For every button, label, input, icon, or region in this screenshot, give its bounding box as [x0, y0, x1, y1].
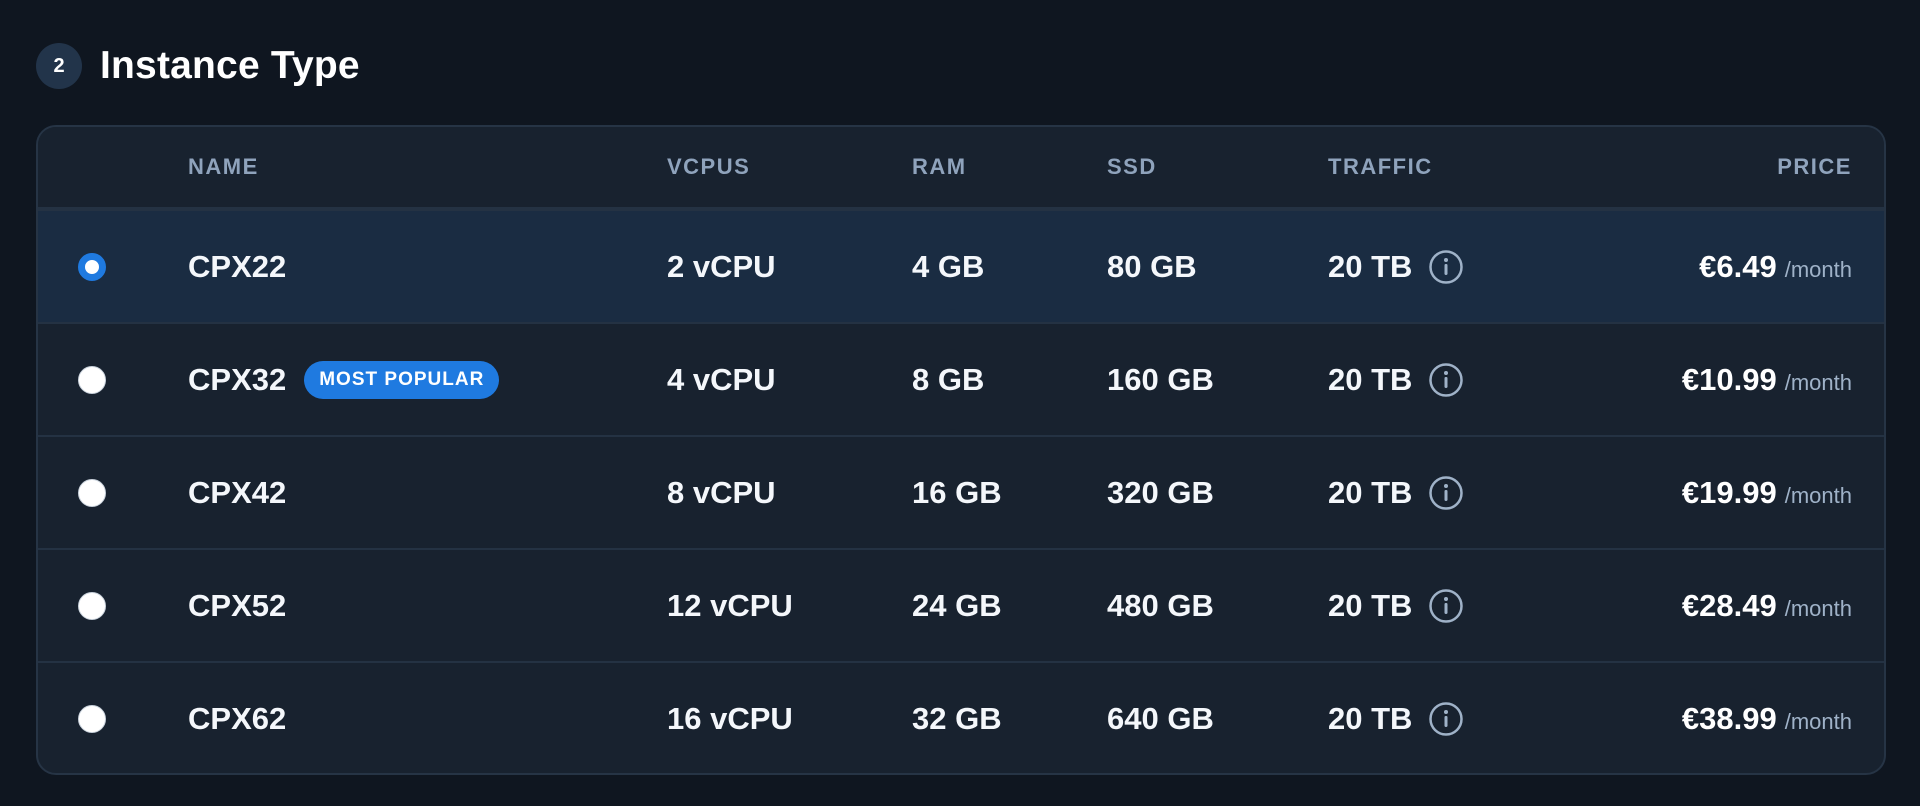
vcpu-cell: 2 vCPU	[667, 248, 776, 284]
column-header-ram: RAM	[912, 154, 967, 179]
price-amount: €28.49	[1681, 587, 1777, 623]
radio-cell	[72, 437, 112, 548]
column-header-price: PRICE	[1777, 154, 1852, 179]
column-header-name: NAME	[188, 154, 259, 179]
radio-button[interactable]	[78, 704, 106, 733]
ssd-cell: 320 GB	[1107, 474, 1214, 510]
column-header-ssd: SSD	[1107, 154, 1157, 179]
ram-cell: 16 GB	[912, 474, 1002, 510]
ram-cell: 8 GB	[912, 361, 985, 397]
traffic-value: 20 TB	[1328, 700, 1413, 736]
price-cell: €10.99 /month	[1682, 324, 1852, 435]
price-amount: €38.99	[1681, 700, 1777, 736]
price-cell: €38.99 /month	[1681, 663, 1852, 773]
instance-name: CPX42	[188, 474, 287, 510]
table-row[interactable]: CPX62 16 vCPU 32 GB 640 GB 20 TB €38.99 …	[38, 661, 1884, 773]
vcpu-cell: 12 vCPU	[667, 587, 793, 623]
info-icon[interactable]	[1428, 249, 1464, 285]
instance-type-table: NAME VCPUS RAM SSD TRAFFIC PRICE CPX22 2…	[36, 125, 1886, 775]
section-title: Instance Type	[100, 44, 360, 87]
instance-name-cell: CPX32 MOST POPULAR	[188, 324, 500, 435]
info-icon[interactable]	[1428, 475, 1464, 511]
traffic-value: 20 TB	[1328, 474, 1413, 510]
price-amount: €6.49	[1699, 248, 1777, 284]
price-cell: €6.49 /month	[1699, 211, 1852, 322]
traffic-cell: 20 TB	[1328, 324, 1464, 435]
instance-name-cell: CPX52	[188, 550, 286, 661]
vcpu-cell: 16 vCPU	[667, 700, 793, 736]
ssd-cell: 640 GB	[1107, 700, 1214, 736]
price-period: /month	[1784, 369, 1852, 395]
traffic-value: 20 TB	[1328, 587, 1413, 623]
radio-button[interactable]	[78, 365, 106, 394]
info-icon[interactable]	[1428, 588, 1464, 624]
price-period: /month	[1784, 595, 1852, 621]
radio-cell	[72, 324, 112, 435]
radio-cell	[72, 550, 112, 661]
price-amount: €19.99	[1681, 474, 1777, 510]
traffic-cell: 20 TB	[1328, 550, 1464, 661]
price-period: /month	[1784, 482, 1852, 508]
most-popular-badge: MOST POPULAR	[304, 360, 500, 399]
radio-cell	[72, 663, 112, 773]
table-row[interactable]: CPX22 2 vCPU 4 GB 80 GB 20 TB €6.49 /mon…	[38, 209, 1884, 322]
info-icon[interactable]	[1428, 362, 1464, 398]
ram-cell: 4 GB	[912, 248, 985, 284]
ssd-cell: 480 GB	[1107, 587, 1214, 623]
price-amount: €10.99	[1681, 361, 1777, 397]
instance-name: CPX52	[188, 587, 287, 623]
traffic-value: 20 TB	[1328, 361, 1413, 397]
instance-name: CPX32	[188, 361, 287, 397]
radio-button[interactable]	[78, 591, 106, 620]
radio-button[interactable]	[78, 478, 106, 507]
price-cell: €28.49 /month	[1682, 550, 1852, 661]
info-icon[interactable]	[1428, 701, 1464, 737]
instance-name: CPX22	[188, 248, 287, 284]
ram-cell: 32 GB	[912, 700, 1002, 736]
traffic-value: 20 TB	[1328, 248, 1413, 284]
table-header-row: NAME VCPUS RAM SSD TRAFFIC PRICE	[38, 127, 1884, 209]
instance-name-cell: CPX42	[188, 437, 286, 548]
traffic-cell: 20 TB	[1328, 211, 1464, 322]
price-cell: €19.99 /month	[1682, 437, 1852, 548]
step-number-badge: 2	[36, 43, 82, 89]
instance-name-cell: CPX22	[188, 211, 286, 322]
price-period: /month	[1784, 256, 1852, 282]
ram-cell: 24 GB	[912, 587, 1002, 623]
ssd-cell: 160 GB	[1107, 361, 1214, 397]
price-period: /month	[1784, 708, 1852, 734]
instance-name-cell: CPX62	[188, 663, 287, 773]
ssd-cell: 80 GB	[1107, 248, 1197, 284]
radio-cell	[72, 211, 112, 322]
section-header: 2 Instance Type	[36, 42, 360, 90]
vcpu-cell: 4 vCPU	[667, 361, 776, 397]
column-header-traffic: TRAFFIC	[1328, 154, 1433, 179]
column-header-vcpus: VCPUS	[667, 154, 751, 179]
traffic-cell: 20 TB	[1328, 437, 1464, 548]
table-row[interactable]: CPX32 MOST POPULAR 4 vCPU 8 GB 160 GB 20…	[38, 322, 1884, 435]
traffic-cell: 20 TB	[1328, 663, 1464, 773]
vcpu-cell: 8 vCPU	[667, 474, 776, 510]
radio-button[interactable]	[78, 252, 106, 281]
table-row[interactable]: CPX42 8 vCPU 16 GB 320 GB 20 TB €19.99 /…	[38, 435, 1884, 548]
table-row[interactable]: CPX52 12 vCPU 24 GB 480 GB 20 TB €28.49 …	[38, 548, 1884, 661]
instance-name: CPX62	[188, 700, 287, 736]
